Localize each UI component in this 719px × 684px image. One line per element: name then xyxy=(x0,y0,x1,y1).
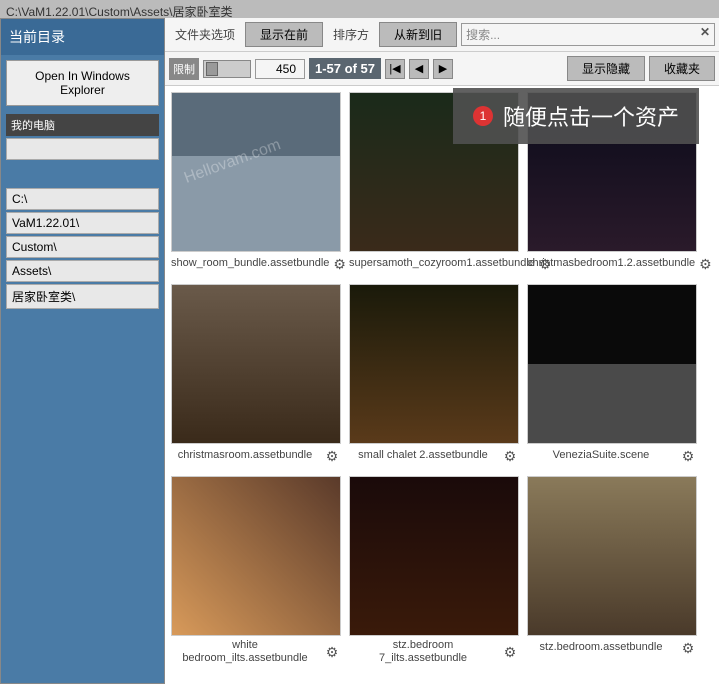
path-segment[interactable]: VaM1.22.01\ xyxy=(6,212,159,234)
path-segment[interactable]: Assets\ xyxy=(6,260,159,282)
asset-grid: Hellovam.com show_room_bundle.assetbundle… xyxy=(165,86,719,684)
asset-thumbnail[interactable] xyxy=(527,476,697,636)
asset-thumbnail[interactable] xyxy=(171,476,341,636)
drive-row[interactable] xyxy=(6,138,159,160)
asset-name: white bedroom_ilts.assetbundle xyxy=(171,639,319,665)
asset-name: stz.bedroom 7_ilts.assetbundle xyxy=(349,639,497,665)
path-bar: C:\VaM1.22.01\Custom\Assets\居家卧室类 xyxy=(0,0,719,18)
path-segment[interactable]: C:\ xyxy=(6,188,159,210)
asset-thumbnail[interactable]: Hellovam.com xyxy=(171,92,341,252)
limit-value[interactable]: 450 xyxy=(255,59,305,79)
show-hidden-button[interactable]: 显示隐藏 xyxy=(567,56,645,81)
next-page-button[interactable]: ▶ xyxy=(433,59,453,79)
step-badge: 1 xyxy=(473,106,493,126)
sort-order-button[interactable]: 从新到旧 xyxy=(379,22,457,47)
open-btn-line1: Open In Windows xyxy=(11,69,154,83)
search-input[interactable]: 搜索... ✕ xyxy=(461,23,715,46)
gear-icon[interactable]: ⚙ xyxy=(323,643,341,661)
asset-card[interactable]: stz.bedroom.assetbundle ⚙ xyxy=(527,476,697,668)
toolbar-1: 文件夹选项 显示在前 排序方 从新到旧 搜索... ✕ xyxy=(165,18,719,52)
favorites-button[interactable]: 收藏夹 xyxy=(649,56,715,81)
asset-name: christmasbedroom1.2.assetbundle xyxy=(527,257,695,270)
asset-card[interactable]: white bedroom_ilts.assetbundle⚙ xyxy=(171,476,341,668)
asset-card[interactable]: christmasroom.assetbundle ⚙ xyxy=(171,284,341,468)
gear-icon[interactable]: ⚙ xyxy=(679,639,697,657)
asset-name: christmasroom.assetbundle xyxy=(171,449,319,462)
asset-name: small chalet 2.assetbundle xyxy=(349,449,497,462)
prev-page-button[interactable]: ◀ xyxy=(409,59,429,79)
gear-icon[interactable]: ⚙ xyxy=(333,255,346,273)
pager-text: 1-57 of 57 xyxy=(309,58,381,79)
gear-icon[interactable]: ⚙ xyxy=(323,447,341,465)
toolbar-2: 限制 450 1-57 of 57 |◀ ◀ ▶ 显示隐藏 收藏夹 xyxy=(165,52,719,86)
asset-name: stz.bedroom.assetbundle xyxy=(527,641,675,654)
my-computer-label[interactable]: 我的电脑 xyxy=(6,114,159,136)
asset-name: show_room_bundle.assetbundle xyxy=(171,257,329,270)
sidebar: 当前目录 Open In Windows Explorer 我的电脑 C:\Va… xyxy=(0,18,165,684)
gear-icon[interactable]: ⚙ xyxy=(501,643,519,661)
asset-card[interactable]: stz.bedroom 7_ilts.assetbundle⚙ xyxy=(349,476,519,668)
clear-search-icon[interactable]: ✕ xyxy=(700,25,710,39)
asset-name: supersamoth_cozyroom1.assetbundle xyxy=(349,257,535,270)
gear-icon[interactable]: ⚙ xyxy=(501,447,519,465)
limit-label: 限制 xyxy=(169,58,199,80)
gear-icon[interactable]: ⚙ xyxy=(699,255,712,273)
asset-thumbnail[interactable] xyxy=(171,284,341,444)
show-front-button[interactable]: 显示在前 xyxy=(245,22,323,47)
watermark: Hellovam.com xyxy=(182,136,283,188)
path-segment[interactable]: Custom\ xyxy=(6,236,159,258)
asset-thumbnail[interactable] xyxy=(349,476,519,636)
asset-card[interactable]: VeneziaSuite.scene ⚙ xyxy=(527,284,697,468)
gear-icon[interactable]: ⚙ xyxy=(679,447,697,465)
open-btn-line2: Explorer xyxy=(11,83,154,97)
search-placeholder: 搜索... xyxy=(466,28,500,42)
open-in-explorer-button[interactable]: Open In Windows Explorer xyxy=(6,60,159,106)
path-segment[interactable]: 居家卧室类\ xyxy=(6,284,159,309)
sort-label: 排序方 xyxy=(327,26,375,43)
asset-card[interactable]: small chalet 2.assetbundle ⚙ xyxy=(349,284,519,468)
folder-options-label: 文件夹选项 xyxy=(169,26,241,43)
asset-card[interactable]: Hellovam.com show_room_bundle.assetbundle… xyxy=(171,92,341,276)
overlay-text: 随便点击一个资产 xyxy=(503,100,679,132)
sidebar-header: 当前目录 xyxy=(1,19,164,55)
tutorial-overlay: 1 随便点击一个资产 xyxy=(453,88,699,144)
first-page-button[interactable]: |◀ xyxy=(385,59,405,79)
asset-name: VeneziaSuite.scene xyxy=(527,449,675,462)
content-area: 文件夹选项 显示在前 排序方 从新到旧 搜索... ✕ 限制 450 1-57 … xyxy=(165,18,719,684)
limit-slider[interactable] xyxy=(203,60,251,78)
asset-thumbnail[interactable] xyxy=(349,284,519,444)
asset-thumbnail[interactable] xyxy=(527,284,697,444)
